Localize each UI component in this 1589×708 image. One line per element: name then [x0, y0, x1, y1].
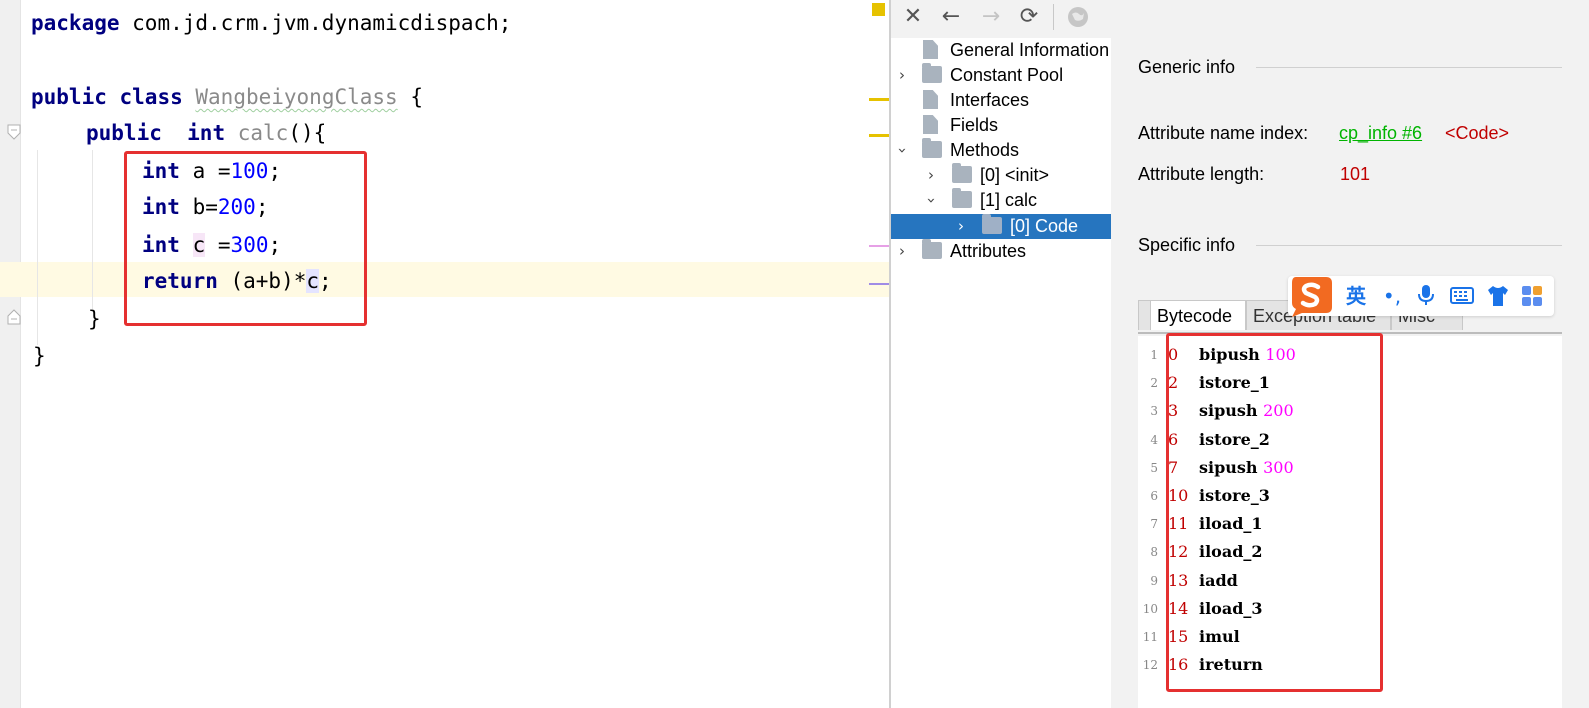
inspection-status-icon[interactable]	[872, 3, 885, 16]
annotation-box-source	[124, 151, 367, 326]
line-number: 6	[1150, 489, 1158, 503]
attr-name-value: <Code>	[1445, 123, 1510, 143]
keyword: public	[86, 121, 162, 145]
ime-language-toggle[interactable]: 英	[1342, 283, 1370, 309]
code-line-class-close: }	[33, 344, 46, 368]
fold-open-icon[interactable]	[7, 124, 21, 140]
editor-gutter	[0, 0, 21, 708]
tree-item-label: [0] <init>	[980, 165, 1050, 185]
file-icon	[923, 40, 938, 59]
forward-icon[interactable]: →	[978, 4, 1004, 30]
code-line-method-close: }	[88, 307, 101, 331]
scroll-marker[interactable]	[869, 245, 889, 247]
chevron-right-icon[interactable]: ›	[895, 63, 909, 88]
attr-length-label: Attribute length:	[1138, 164, 1265, 184]
code-editor[interactable]: package com.jd.crm.jvm.dynamicdispach; p…	[0, 0, 890, 708]
folder-icon	[952, 188, 972, 208]
chevron-right-icon[interactable]: ›	[954, 214, 968, 239]
cp-info-link[interactable]: cp_info #6	[1339, 123, 1422, 144]
code-line-class-decl: public class WangbeiyongClass {	[31, 79, 423, 115]
folder-icon	[952, 163, 972, 183]
section-divider	[1256, 67, 1562, 68]
line-number: 3	[1150, 404, 1158, 419]
viewer-toolbar: ✕ ← → ⟳	[891, 0, 1589, 36]
indent-guide	[37, 150, 38, 345]
close-icon[interactable]: ✕	[900, 4, 926, 30]
code-line-method-decl: public int calc(){	[86, 115, 326, 151]
code-text: (){	[288, 121, 327, 145]
toolbar-separator	[1053, 4, 1054, 30]
tab-bytecode[interactable]: Bytecode	[1150, 300, 1246, 330]
tree-item-label: General Information	[950, 40, 1110, 60]
tree-item-attributes[interactable]: › Attributes	[891, 239, 1111, 264]
tree-item-general-information[interactable]: General Information	[891, 38, 1111, 63]
indent-guide	[92, 150, 93, 310]
tree-item-method-init[interactable]: › [0] <init>	[891, 163, 1111, 188]
attr-length-value: 101	[1340, 164, 1371, 184]
line-number: 7	[1150, 517, 1158, 532]
section-title-generic-info: Generic info	[1138, 57, 1236, 77]
keyword: package	[31, 11, 120, 35]
tree-item-interfaces[interactable]: Interfaces	[891, 88, 1111, 113]
folder-icon	[982, 214, 1002, 234]
keyword: public	[31, 85, 107, 109]
class-name: WangbeiyongClass	[195, 85, 398, 109]
scroll-marker[interactable]	[869, 283, 889, 285]
scroll-marker[interactable]	[869, 98, 889, 101]
line-number: 11	[1142, 630, 1158, 644]
folder-icon	[922, 239, 942, 259]
back-icon[interactable]: ←	[938, 4, 964, 30]
keyword: class	[119, 85, 183, 109]
chevron-right-icon[interactable]: ›	[895, 239, 909, 264]
line-number: 9	[1150, 573, 1158, 588]
annotation-box-bytecode	[1166, 333, 1383, 692]
tree-item-code[interactable]: › [0] Code	[891, 214, 1111, 239]
line-number: 8	[1150, 545, 1158, 560]
scroll-marker[interactable]	[869, 134, 889, 137]
keyword: int	[187, 121, 226, 145]
chevron-down-icon[interactable]: ›	[919, 194, 944, 208]
tree-item-label: Interfaces	[950, 90, 1030, 110]
class-structure-tree: General Information › Constant Pool Inte…	[891, 38, 1111, 708]
file-icon	[923, 90, 938, 109]
line-number: 5	[1150, 460, 1158, 475]
tree-item-method-calc[interactable]: › [1] calc	[891, 188, 1111, 213]
code-text: {	[397, 85, 423, 109]
web-icon[interactable]	[1065, 4, 1091, 30]
chevron-right-icon[interactable]: ›	[924, 163, 938, 188]
tree-item-label: Constant Pool	[950, 65, 1064, 85]
refresh-icon[interactable]: ⟳	[1016, 4, 1042, 30]
line-number: 4	[1150, 432, 1158, 447]
line-number: 2	[1150, 376, 1158, 391]
tree-item-label: Methods	[950, 140, 1020, 160]
keyboard-icon[interactable]	[1448, 283, 1476, 309]
package-name: com.jd.crm.jvm.dynamicdispach;	[119, 11, 512, 35]
method-name: calc	[237, 121, 289, 145]
ime-toolbar[interactable]: 英 •,	[1288, 273, 1554, 319]
section-title-specific-info: Specific info	[1138, 235, 1236, 255]
code-line-package: package com.jd.crm.jvm.dynamicdispach;	[31, 5, 511, 41]
toolbox-grid-icon[interactable]	[1518, 283, 1546, 309]
file-icon	[923, 115, 938, 134]
tree-item-methods[interactable]: › Methods	[891, 138, 1111, 163]
tree-item-label: Attributes	[950, 241, 1027, 261]
microphone-icon[interactable]	[1412, 283, 1440, 309]
fold-close-icon[interactable]	[7, 309, 21, 325]
tree-item-label: Fields	[950, 115, 999, 135]
tree-item-fields[interactable]: Fields	[891, 113, 1111, 138]
folder-icon	[922, 63, 942, 83]
line-number: 12	[1142, 658, 1158, 673]
tree-item-label: [0] Code	[1010, 216, 1079, 236]
skin-shirt-icon[interactable]	[1484, 283, 1512, 309]
line-number: 10	[1142, 601, 1158, 616]
tree-item-constant-pool[interactable]: › Constant Pool	[891, 63, 1111, 88]
line-number: 1	[1150, 348, 1158, 362]
section-divider	[1256, 245, 1562, 246]
sogou-logo-icon[interactable]	[1288, 273, 1334, 319]
folder-icon	[922, 138, 942, 158]
tree-item-label: [1] calc	[980, 190, 1038, 210]
ime-punctuation-toggle[interactable]: •,	[1380, 283, 1404, 309]
chevron-down-icon[interactable]: ›	[891, 144, 915, 158]
attr-name-index-label: Attribute name index:	[1138, 123, 1309, 143]
